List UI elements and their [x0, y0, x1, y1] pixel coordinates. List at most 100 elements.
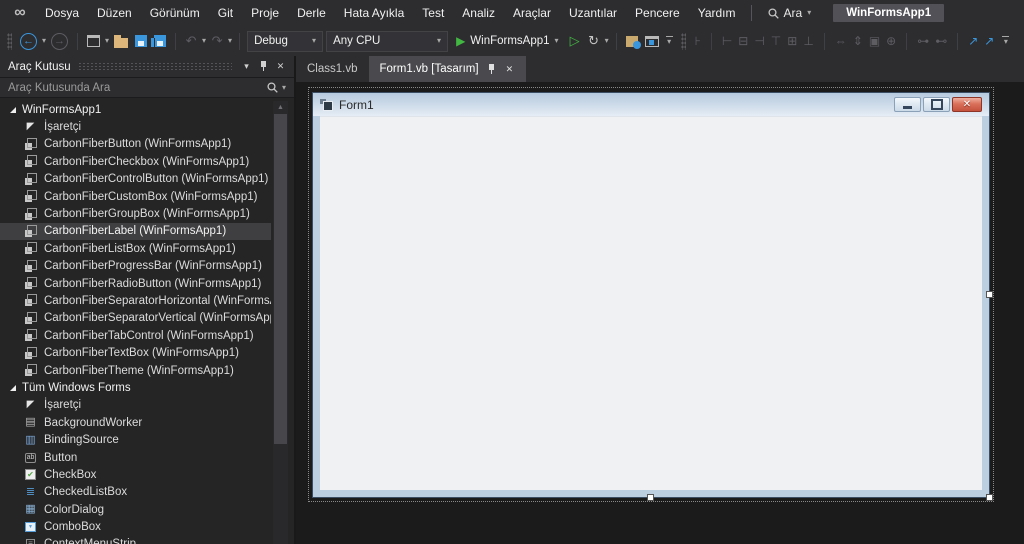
align-button[interactable]: ⊢: [719, 34, 735, 48]
resize-handle-bottom-right[interactable]: [986, 494, 993, 501]
toolbox-item[interactable]: CarbonFiberTheme (WinFormsApp1): [0, 362, 271, 379]
align-button[interactable]: ⊤: [768, 34, 784, 48]
toolbox-item[interactable]: İşaretçi: [0, 118, 271, 135]
toolbox-item[interactable]: Tüm Windows Forms: [0, 379, 271, 396]
undo-dropdown-caret-icon[interactable]: ▾: [202, 37, 206, 45]
save-all-button[interactable]: [151, 30, 168, 52]
menu-item[interactable]: Dosya: [36, 2, 88, 24]
toolbox-search-input[interactable]: [8, 81, 267, 94]
maximize-button[interactable]: [923, 97, 950, 112]
close-button[interactable]: ✕: [952, 97, 982, 112]
make-same-size-button[interactable]: ▣: [866, 34, 883, 48]
order-button[interactable]: ↗: [965, 34, 981, 48]
toolbox-item[interactable]: ComboBox: [0, 518, 271, 535]
resize-handle-bottom[interactable]: [647, 494, 654, 501]
make-same-size-button[interactable]: ⇕: [850, 34, 866, 48]
toolbox-item[interactable]: İşaretçi: [0, 397, 271, 414]
forms-designer-surface[interactable]: Form1 ✕: [296, 82, 1024, 544]
menu-item[interactable]: Görünüm: [141, 2, 209, 24]
scroll-up-arrow-icon[interactable]: ▲: [273, 101, 288, 113]
toolbar-overflow-button[interactable]: ▾: [1000, 36, 1011, 46]
solution-platform-dropdown[interactable]: Any CPU ▾: [326, 30, 449, 52]
menu-item[interactable]: Proje: [242, 2, 288, 24]
menu-item[interactable]: Hata Ayıkla: [335, 2, 413, 24]
toolbox-item[interactable]: CheckBox: [0, 466, 271, 483]
toolbox-header[interactable]: Araç Kutusu ▾ ✕: [0, 56, 294, 77]
back-dropdown-caret-icon[interactable]: ▾: [42, 37, 46, 45]
redo-button[interactable]: ↷: [209, 30, 225, 52]
pin-icon[interactable]: [486, 63, 497, 76]
redo-dropdown-caret-icon[interactable]: ▾: [228, 37, 232, 45]
toolbox-item[interactable]: CarbonFiberRadioButton (WinFormsApp1): [0, 275, 271, 292]
navigate-forward-button[interactable]: →: [49, 30, 70, 52]
menu-item[interactable]: Derle: [288, 2, 335, 24]
close-panel-button[interactable]: ✕: [272, 58, 289, 75]
toolbox-item[interactable]: WinFormsApp1: [0, 101, 271, 118]
toolbox-item[interactable]: ContextMenuStrip: [0, 536, 271, 544]
align-button[interactable]: ⊟: [735, 34, 751, 48]
toolbox-item[interactable]: CarbonFiberTabControl (WinFormsApp1): [0, 327, 271, 344]
layout-button[interactable]: ⊶: [914, 34, 932, 48]
window-position-button[interactable]: ▾: [238, 58, 255, 75]
open-file-button[interactable]: [112, 30, 130, 52]
search-control[interactable]: Ara ▾: [762, 6, 818, 20]
menu-item[interactable]: Düzen: [88, 2, 141, 24]
undo-button[interactable]: ↶: [183, 30, 199, 52]
hot-reload-caret-icon[interactable]: ▾: [605, 37, 609, 45]
form-titlebar[interactable]: Form1 ✕: [313, 93, 989, 116]
align-button[interactable]: ⊞: [784, 34, 800, 48]
save-button[interactable]: [133, 30, 149, 52]
auto-hide-button[interactable]: [255, 58, 272, 75]
solution-configuration-dropdown[interactable]: Debug ▾: [247, 30, 324, 52]
menu-item[interactable]: Git: [209, 2, 242, 24]
new-project-button[interactable]: [85, 30, 102, 52]
navigate-back-button[interactable]: ←: [18, 30, 39, 52]
order-button[interactable]: ↗: [981, 34, 997, 48]
align-button[interactable]: ⊥: [800, 34, 816, 48]
make-same-size-button[interactable]: ⊕: [883, 34, 899, 48]
toolbox-item[interactable]: CarbonFiberLabel (WinFormsApp1): [0, 222, 271, 241]
toolbox-item[interactable]: CarbonFiberTextBox (WinFormsApp1): [0, 344, 271, 361]
toolbox-item[interactable]: CarbonFiberGroupBox (WinFormsApp1): [0, 205, 271, 222]
toolbox-item[interactable]: BackgroundWorker: [0, 414, 271, 431]
menu-item[interactable]: Yardım: [689, 2, 745, 24]
scrollbar-thumb[interactable]: [274, 114, 287, 444]
toolbox-item[interactable]: ColorDialog: [0, 501, 271, 518]
toolbox-item[interactable]: Button: [0, 449, 271, 466]
toolbox-item[interactable]: CarbonFiberControlButton (WinFormsApp1): [0, 171, 271, 188]
form-client-area[interactable]: [320, 116, 982, 490]
resize-handle-right[interactable]: [986, 291, 993, 298]
hot-reload-button[interactable]: ↻: [586, 30, 602, 52]
snaplines-button[interactable]: ⊦: [692, 34, 704, 48]
new-dropdown-caret-icon[interactable]: ▾: [105, 37, 109, 45]
minimize-button[interactable]: [894, 97, 921, 112]
close-tab-button[interactable]: ✕: [504, 63, 516, 76]
menu-item[interactable]: Pencere: [626, 2, 689, 24]
start-debugging-button[interactable]: ▶ WinFormsApp1 ▾: [451, 30, 564, 52]
menu-item[interactable]: Analiz: [453, 2, 504, 24]
tab-class1[interactable]: Class1.vb: [296, 56, 369, 82]
make-same-size-button[interactable]: ⇔: [832, 34, 850, 48]
toolbox-item[interactable]: CarbonFiberButton (WinFormsApp1): [0, 136, 271, 153]
tab-form1-designer[interactable]: Form1.vb [Tasarım] ✕: [368, 56, 527, 82]
toolbar-overflow-button[interactable]: ▾: [664, 36, 675, 46]
toolbox-item[interactable]: CheckedListBox: [0, 484, 271, 501]
menu-item[interactable]: Araçlar: [504, 2, 560, 24]
project-badge[interactable]: WinFormsApp1: [833, 4, 945, 22]
toolbox-item[interactable]: CarbonFiberSeparatorVertical (WinFormsAp…: [0, 310, 271, 327]
align-button[interactable]: ⊣: [751, 34, 767, 48]
toolbar-grip[interactable]: [680, 32, 686, 50]
layout-button[interactable]: ⊷: [932, 34, 950, 48]
toolbox-item[interactable]: CarbonFiberSeparatorHorizontal (WinForms…: [0, 292, 271, 309]
solution-explorer-sync-button[interactable]: [643, 30, 661, 52]
toolbox-scrollbar[interactable]: ▲: [273, 101, 288, 544]
toolbox-item[interactable]: BindingSource: [0, 431, 271, 448]
designed-form[interactable]: Form1 ✕: [312, 92, 990, 498]
find-in-files-button[interactable]: [624, 30, 641, 52]
toolbar-grip[interactable]: [7, 32, 12, 50]
toolbox-item[interactable]: CarbonFiberProgressBar (WinFormsApp1): [0, 258, 271, 275]
start-without-debugging-button[interactable]: ▷: [567, 30, 583, 52]
toolbox-item[interactable]: CarbonFiberListBox (WinFormsApp1): [0, 240, 271, 257]
menu-item[interactable]: Test: [413, 2, 453, 24]
search-options-caret-icon[interactable]: ▾: [282, 83, 286, 92]
